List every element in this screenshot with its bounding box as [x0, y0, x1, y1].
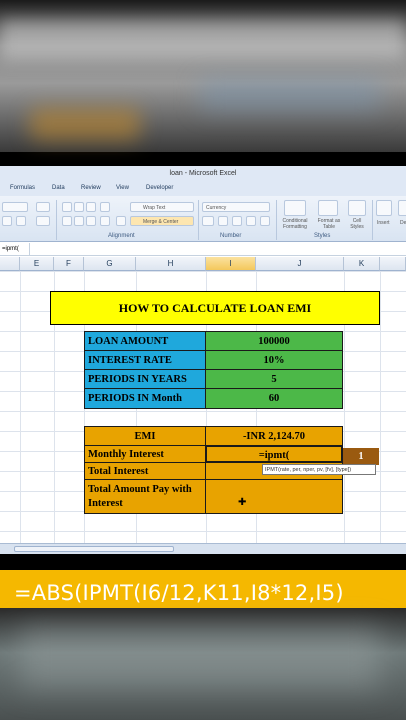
corner-select-all[interactable]: [0, 257, 20, 271]
interest-rate-label[interactable]: INTEREST RATE: [84, 350, 206, 370]
periods-month-value[interactable]: 60: [205, 388, 343, 409]
total-amount-label[interactable]: Total Amount Pay with Interest: [84, 479, 206, 514]
periods-month-label[interactable]: PERIODS IN Month: [84, 388, 206, 409]
periods-years-value[interactable]: 5: [205, 369, 343, 389]
conditional-formatting-label[interactable]: Conditional Formatting: [278, 218, 312, 230]
alignment-group-label: Alignment: [108, 233, 135, 239]
orientation-icon[interactable]: [100, 202, 110, 212]
gridline: [380, 271, 381, 543]
blur-shape: [200, 80, 380, 110]
column-header[interactable]: I: [206, 257, 256, 271]
align-center-icon[interactable]: [74, 216, 84, 226]
horizontal-scrollbar[interactable]: [0, 543, 406, 554]
k11-cell[interactable]: 1: [343, 448, 379, 465]
align-middle-icon[interactable]: [74, 202, 84, 212]
blur-shape: [0, 20, 406, 60]
increase-decimal-icon[interactable]: [246, 216, 256, 226]
delete-cells-icon[interactable]: [398, 200, 406, 216]
align-left-icon[interactable]: [62, 216, 72, 226]
column-header[interactable]: F: [54, 257, 84, 271]
interest-rate-value[interactable]: 10%: [205, 350, 343, 370]
insert-cells-icon[interactable]: [376, 200, 392, 216]
ribbon-divider: [56, 200, 57, 240]
conditional-formatting-icon[interactable]: [284, 200, 306, 216]
column-header[interactable]: J: [256, 257, 344, 271]
align-bottom-icon[interactable]: [86, 202, 96, 212]
font-size-dropdown[interactable]: [2, 202, 28, 212]
cursor-cross-icon: ✚: [238, 497, 247, 508]
blurred-background-top: [0, 0, 406, 152]
loan-amount-value[interactable]: 100000: [205, 331, 343, 351]
column-header[interactable]: H: [136, 257, 206, 271]
align-right-icon[interactable]: [86, 216, 96, 226]
column-header[interactable]: E: [20, 257, 54, 271]
outdent-icon[interactable]: [116, 216, 126, 226]
font-grow-icon[interactable]: [16, 216, 26, 226]
format-as-table-icon[interactable]: [318, 200, 338, 216]
wrap-text-button[interactable]: Wrap Text: [130, 202, 194, 212]
ribbon: Wrap Text Merge & Center Alignment Curre…: [0, 196, 406, 242]
gridline: [20, 271, 21, 543]
insert-label[interactable]: Insert: [377, 220, 390, 226]
cell-styles-icon[interactable]: [348, 200, 366, 216]
comma-icon[interactable]: [232, 216, 242, 226]
column-header-partial[interactable]: [380, 257, 406, 271]
total-interest-label[interactable]: Total Interest: [84, 462, 206, 480]
column-header[interactable]: K: [344, 257, 380, 271]
font-size-grow-icon[interactable]: [36, 202, 50, 212]
periods-years-label[interactable]: PERIODS IN YEARS: [84, 369, 206, 389]
format-as-table-label[interactable]: Format as Table: [314, 218, 344, 230]
font-color-icon[interactable]: [2, 216, 12, 226]
delete-label[interactable]: De: [400, 220, 406, 226]
number-group-label: Number: [220, 233, 242, 239]
tab-view[interactable]: View: [116, 185, 129, 191]
name-box[interactable]: =ipmt(: [0, 243, 30, 255]
monthly-interest-value[interactable]: =ipmt(: [205, 445, 343, 463]
total-amount-value[interactable]: [205, 479, 343, 514]
ribbon-divider: [276, 200, 277, 240]
scrollbar-thumb[interactable]: [14, 546, 174, 552]
styles-group-label: Styles: [314, 233, 331, 239]
formula-bar: =ipmt(: [0, 243, 406, 256]
ribbon-divider: [372, 200, 373, 240]
loan-amount-label[interactable]: LOAN AMOUNT: [84, 331, 206, 351]
tab-formulas[interactable]: Formulas: [10, 185, 35, 191]
decrease-decimal-icon[interactable]: [260, 216, 270, 226]
emi-label[interactable]: EMI: [84, 426, 206, 446]
sheet-title[interactable]: HOW TO CALCULATE LOAN EMI: [50, 291, 380, 325]
align-top-icon[interactable]: [62, 202, 72, 212]
window-title: loan - Microsoft Excel: [0, 166, 406, 182]
indent-icon[interactable]: [100, 216, 110, 226]
ribbon-divider: [198, 200, 199, 240]
tab-developer[interactable]: Developer: [146, 185, 173, 191]
tab-data[interactable]: Data: [52, 185, 65, 191]
blur-shape: [30, 108, 140, 140]
wrap-text-label: Wrap Text: [143, 205, 166, 211]
tab-review[interactable]: Review: [81, 185, 101, 191]
cell-styles-label[interactable]: Cell Styles: [346, 218, 368, 230]
function-tooltip: IPMT(rate, per, nper, pv, [fv], [type]): [262, 464, 376, 475]
percent-icon[interactable]: [218, 216, 228, 226]
emi-value[interactable]: -INR 2,124.70: [205, 426, 343, 446]
currency-icon[interactable]: [202, 216, 214, 226]
blur-shape: [20, 628, 380, 688]
column-header[interactable]: G: [84, 257, 136, 271]
blurred-background-bottom: [0, 608, 406, 720]
font-shrink-icon[interactable]: [36, 216, 50, 226]
merge-center-button[interactable]: Merge & Center: [130, 216, 194, 226]
ribbon-tabs: Formulas Data Review View Developer: [0, 182, 406, 196]
monthly-interest-label[interactable]: Monthly Interest: [84, 445, 206, 463]
number-format-dropdown[interactable]: Currency: [202, 202, 270, 212]
excel-window: loan - Microsoft Excel Formulas Data Rev…: [0, 166, 406, 554]
merge-center-label: Merge & Center: [143, 219, 179, 225]
number-format-value: Currency: [206, 205, 227, 211]
